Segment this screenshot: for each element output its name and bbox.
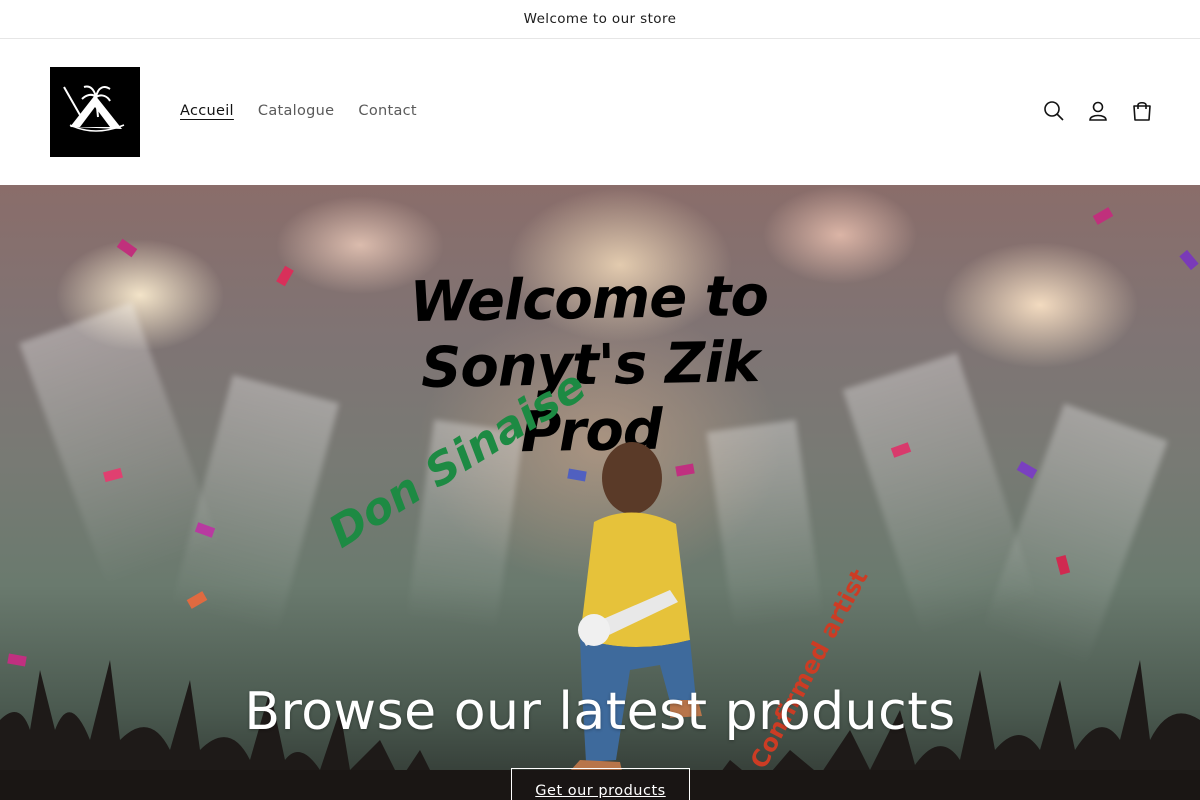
confetti-piece — [1016, 461, 1038, 479]
header-icons — [1042, 96, 1154, 126]
confetti-piece — [1179, 249, 1199, 271]
nav-link-accueil[interactable]: Accueil — [168, 100, 246, 122]
get-products-button[interactable]: Get our products — [511, 768, 690, 800]
hero-heading: Browse our latest products — [244, 682, 956, 742]
announcement-bar: Welcome to our store — [0, 0, 1200, 39]
site-header: Accueil Catalogue Contact — [0, 39, 1200, 185]
logo-image — [50, 67, 140, 157]
account-icon[interactable] — [1086, 96, 1110, 126]
main-nav: Accueil Catalogue Contact — [168, 100, 429, 122]
hero-banner: Welcome to Sonyt's Zik Prod Don Sinaise … — [0, 185, 1200, 800]
nav-link-catalogue[interactable]: Catalogue — [246, 100, 347, 122]
confetti-piece — [116, 238, 138, 258]
store-logo[interactable] — [50, 67, 140, 157]
confetti-piece — [276, 265, 294, 287]
hero-art-title: Welcome to Sonyt's Zik Prod — [358, 263, 821, 469]
confetti-piece — [1092, 207, 1114, 225]
announcement-text: Welcome to our store — [523, 11, 677, 27]
hero-art-title-line1: Welcome to — [409, 263, 769, 336]
nav-link-contact[interactable]: Contact — [346, 100, 429, 122]
cart-icon[interactable] — [1130, 96, 1154, 126]
search-icon[interactable] — [1042, 96, 1066, 126]
